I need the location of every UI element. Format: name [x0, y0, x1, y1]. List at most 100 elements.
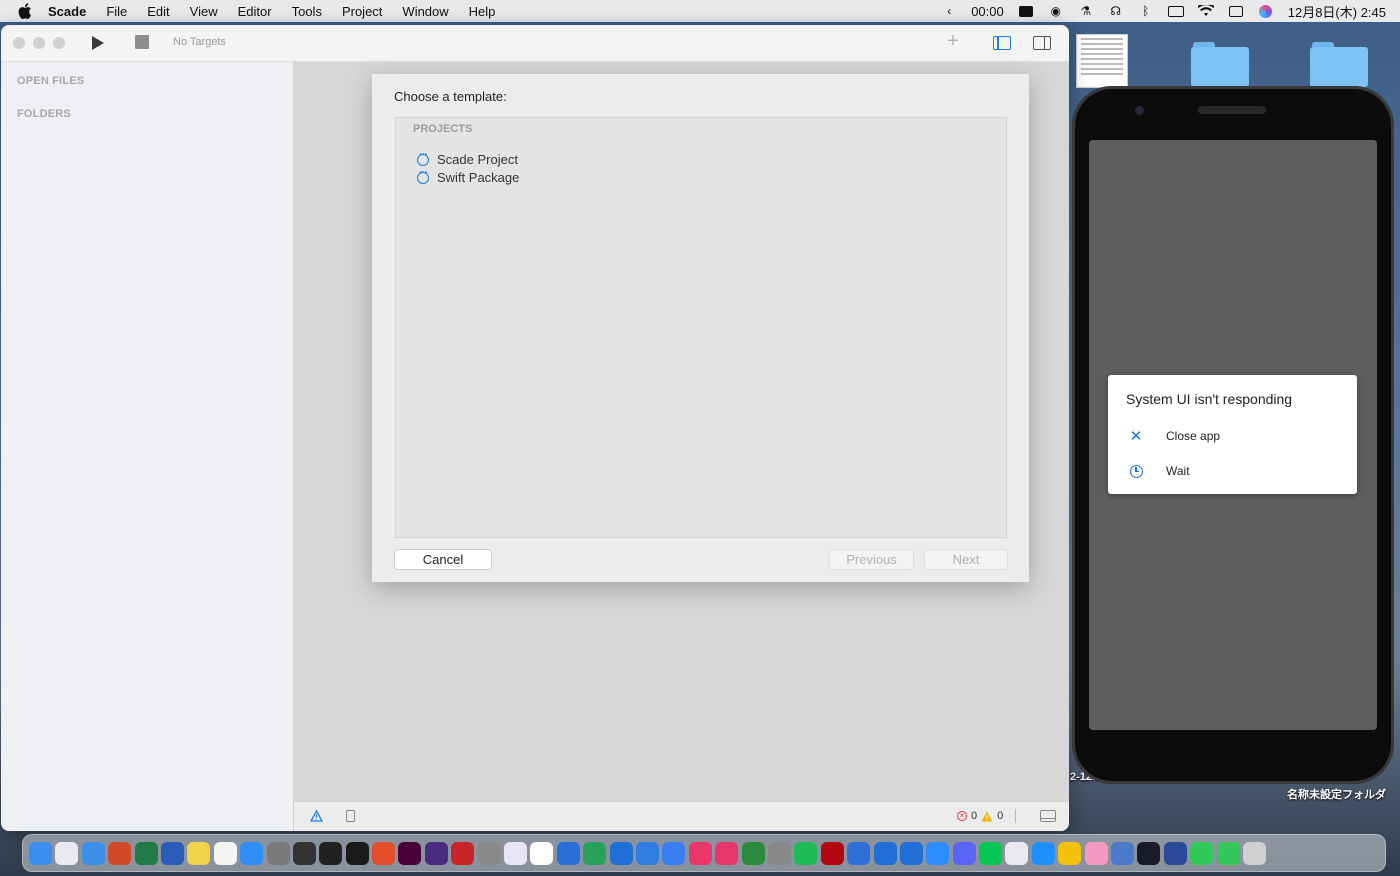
dock-app-icon[interactable]: [926, 841, 950, 865]
datetime[interactable]: 12月8日(木) 2:45: [1288, 2, 1386, 21]
dock-app-icon[interactable]: [1111, 841, 1135, 865]
minimize-window-button[interactable]: [33, 37, 45, 49]
menu-window[interactable]: Window: [402, 4, 448, 19]
bluetooth-icon[interactable]: ᛒ: [1138, 4, 1154, 18]
template-swift-package[interactable]: Swift Package: [417, 167, 519, 185]
emulator-screen[interactable]: System UI isn't responding ✕ Close app W…: [1089, 140, 1377, 730]
dock-app-icon[interactable]: [160, 841, 184, 865]
apple-icon[interactable]: [16, 2, 34, 20]
file-icon[interactable]: [346, 810, 355, 822]
menu-view[interactable]: View: [190, 4, 218, 19]
dock-app-icon[interactable]: [266, 841, 290, 865]
dock-app-icon[interactable]: [424, 841, 448, 865]
dock-app-icon[interactable]: [319, 841, 343, 865]
dock-app-icon[interactable]: [292, 841, 316, 865]
menu-editor[interactable]: Editor: [238, 4, 272, 19]
desktop-folder-label[interactable]: 名称未設定フォルダ: [1287, 786, 1386, 802]
dock-app-icon[interactable]: [556, 841, 580, 865]
cancel-button[interactable]: Cancel: [394, 549, 492, 570]
dock-app-icon[interactable]: [372, 841, 396, 865]
menu-file[interactable]: File: [106, 4, 127, 19]
previous-button[interactable]: Previous: [829, 549, 914, 570]
menu-tools[interactable]: Tools: [292, 4, 322, 19]
dock-app-icon[interactable]: [451, 841, 475, 865]
dock-app-icon[interactable]: [583, 841, 607, 865]
dock-app-icon[interactable]: [1242, 841, 1266, 865]
play-icon: [92, 36, 104, 50]
run-button[interactable]: [89, 34, 107, 52]
desktop-folder-icon[interactable]: [1310, 40, 1368, 87]
dock-app-icon[interactable]: [847, 841, 871, 865]
stop-button[interactable]: [135, 35, 149, 49]
template-scade-project[interactable]: Scade Project: [417, 149, 518, 167]
close-app-option[interactable]: ✕ Close app: [1128, 428, 1221, 445]
dock-app-icon[interactable]: [899, 841, 923, 865]
wifi-icon[interactable]: [1197, 4, 1214, 18]
open-files-header[interactable]: OPEN FILES: [17, 75, 84, 87]
dock-app-icon[interactable]: [1216, 841, 1240, 865]
timer-readout[interactable]: 00:00: [971, 4, 1004, 19]
dock-app-icon[interactable]: [662, 841, 686, 865]
error-count: 0: [971, 810, 978, 822]
dock-app-icon[interactable]: [240, 841, 264, 865]
siri-icon[interactable]: [1258, 4, 1274, 18]
dock-app-icon[interactable]: [715, 841, 739, 865]
dock-app-icon[interactable]: [398, 841, 422, 865]
warning-count: 0: [997, 810, 1004, 822]
chevron-left-icon[interactable]: ‹: [941, 4, 957, 18]
play-circle-icon[interactable]: ◉: [1048, 4, 1064, 18]
left-panel-toggle-icon[interactable]: [993, 36, 1011, 50]
dock-app-icon[interactable]: [952, 841, 976, 865]
dock-app-icon[interactable]: [609, 841, 633, 865]
dock-app-icon[interactable]: [108, 841, 132, 865]
dock-app-icon[interactable]: [635, 841, 659, 865]
folders-header[interactable]: FOLDERS: [17, 108, 71, 120]
dock-app-icon[interactable]: [55, 841, 79, 865]
control-center-icon[interactable]: [1228, 4, 1244, 18]
dock-app-icon[interactable]: [794, 841, 818, 865]
dock-app-icon[interactable]: [134, 841, 158, 865]
desktop-document-icon[interactable]: [1076, 34, 1128, 88]
menu-edit[interactable]: Edit: [147, 4, 169, 19]
bottom-panel-toggle-icon[interactable]: [1040, 810, 1056, 822]
dock-app-icon[interactable]: [187, 841, 211, 865]
dock-app-icon[interactable]: [767, 841, 791, 865]
menu-project[interactable]: Project: [342, 4, 382, 19]
dock-app-icon[interactable]: [1084, 841, 1108, 865]
wait-option[interactable]: Wait: [1128, 463, 1190, 479]
dock-app-icon[interactable]: [979, 841, 1003, 865]
next-button[interactable]: Next: [924, 549, 1008, 570]
close-window-button[interactable]: [13, 37, 25, 49]
target-selector[interactable]: No Targets: [173, 36, 226, 48]
dock-app-icon[interactable]: [1005, 841, 1029, 865]
menu-help[interactable]: Help: [469, 4, 496, 19]
dock-app-icon[interactable]: [81, 841, 105, 865]
issue-counter[interactable]: × 0 0: [957, 809, 1024, 823]
right-panel-toggle-icon[interactable]: [1033, 36, 1051, 50]
dock-app-icon[interactable]: [1190, 841, 1214, 865]
dock-app-icon[interactable]: [1137, 841, 1161, 865]
warning-triangle-icon[interactable]: [309, 809, 324, 825]
dock-app-icon[interactable]: [213, 841, 237, 865]
dock-app-icon[interactable]: [530, 841, 554, 865]
option-label: Close app: [1166, 429, 1221, 443]
dock-app-icon[interactable]: [1058, 841, 1082, 865]
desktop-folder-icon[interactable]: [1191, 40, 1249, 87]
dock-app-icon[interactable]: [1031, 841, 1055, 865]
dock-app-icon[interactable]: [29, 841, 52, 865]
dock-app-icon[interactable]: [873, 841, 897, 865]
dock-app-icon[interactable]: [477, 841, 501, 865]
dock-app-icon[interactable]: [1163, 841, 1187, 865]
dock-app-icon[interactable]: [741, 841, 765, 865]
dock-app-icon[interactable]: [504, 841, 528, 865]
screen-record-icon[interactable]: [1018, 4, 1034, 18]
zoom-window-button[interactable]: [53, 37, 65, 49]
dock-app-icon[interactable]: [345, 841, 369, 865]
add-icon[interactable]: +: [947, 30, 959, 53]
dock-app-icon[interactable]: [820, 841, 844, 865]
dock-app-icon[interactable]: [688, 841, 712, 865]
headphones-icon[interactable]: ☊: [1108, 4, 1124, 18]
tool-icon[interactable]: ⚗: [1078, 4, 1094, 18]
menu-app-name[interactable]: Scade: [48, 4, 86, 19]
battery-icon[interactable]: [1167, 4, 1184, 18]
